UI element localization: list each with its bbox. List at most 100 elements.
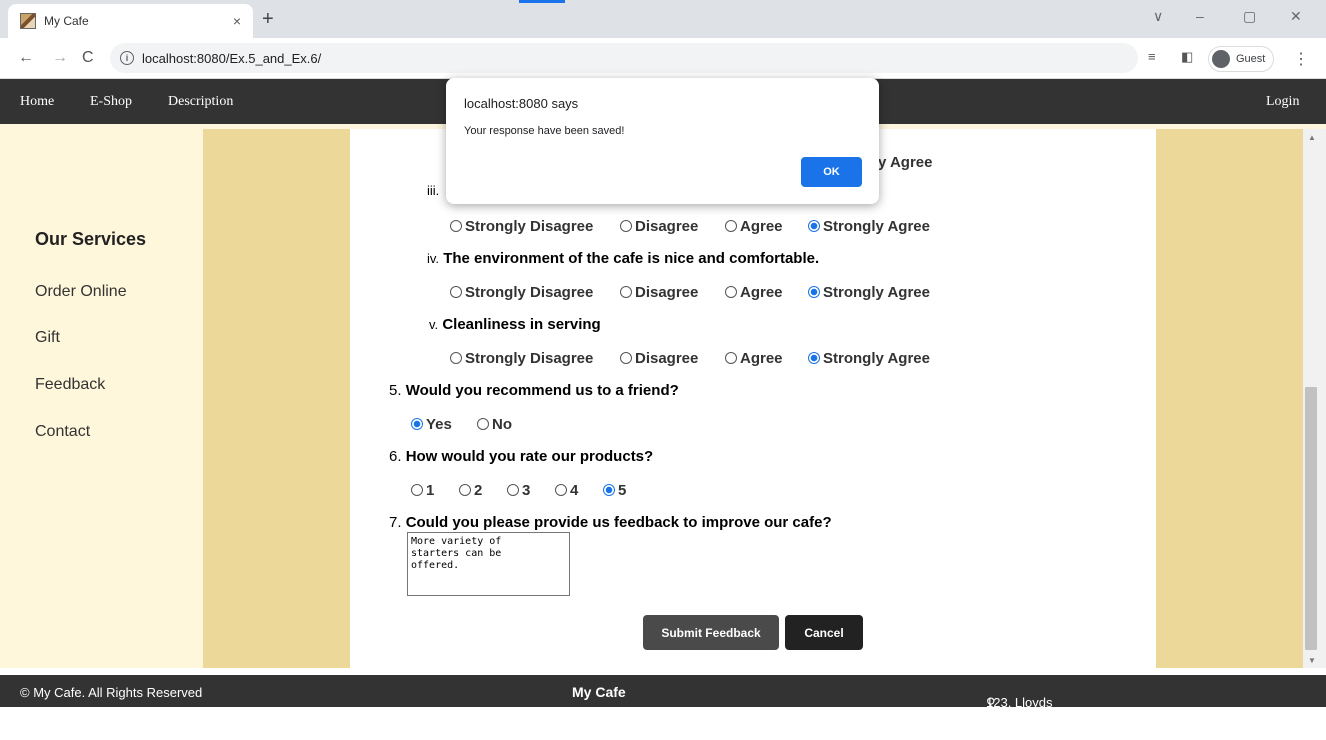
question-iv-number: iv.: [427, 251, 440, 266]
v-strongly-disagree[interactable]: Strongly Disagree: [450, 350, 593, 367]
restore-icon[interactable]: ▢: [1243, 8, 1256, 25]
option-label: Disagree: [635, 284, 699, 301]
scroll-up-icon[interactable]: ▲: [1308, 133, 1316, 142]
back-icon[interactable]: ←: [18, 49, 34, 67]
rating-5[interactable]: 5: [603, 482, 626, 499]
rating-3[interactable]: 3: [507, 482, 530, 499]
question-7-number: 7.: [389, 514, 402, 531]
radio-icon[interactable]: [620, 286, 632, 298]
iv-strongly-disagree[interactable]: Strongly Disagree: [450, 284, 593, 301]
scrollbar-thumb[interactable]: [1305, 387, 1317, 650]
option-label: Strongly Agree: [823, 350, 930, 367]
services-heading: Our Services: [35, 229, 147, 249]
radio-icon[interactable]: [507, 484, 519, 496]
radio-selected-icon[interactable]: [411, 418, 423, 430]
url-text: localhost:8080/Ex.5_and_Ex.6/: [142, 50, 322, 66]
v-strongly-agree[interactable]: Strongly Agree: [808, 350, 930, 367]
option-label: 1: [426, 482, 435, 499]
ok-button[interactable]: OK: [801, 157, 862, 187]
loading-indicator: [519, 0, 565, 3]
sidebar-item-contact[interactable]: Contact: [35, 423, 90, 441]
option-label: 3: [522, 482, 531, 499]
obscured-agree-label: y Agree: [878, 154, 933, 171]
question-v-number: v.: [429, 317, 439, 332]
sidebar: [0, 129, 203, 668]
sidebar-item-order-online[interactable]: Order Online: [35, 283, 127, 301]
iv-strongly-agree[interactable]: Strongly Agree: [808, 284, 930, 301]
radio-icon[interactable]: [725, 286, 737, 298]
question-iv: iv. The environment of the cafe is nice …: [427, 250, 819, 267]
v-disagree[interactable]: Disagree: [620, 350, 698, 367]
question-6-number: 6.: [389, 448, 402, 465]
site-info-icon[interactable]: i: [120, 51, 134, 65]
radio-icon[interactable]: [620, 352, 632, 364]
question-iii-number: iii.: [427, 183, 440, 198]
option-label: Strongly Agree: [823, 284, 930, 301]
nav-description[interactable]: Description: [168, 94, 233, 110]
reload-icon[interactable]: C: [82, 49, 94, 67]
iii-strongly-disagree[interactable]: Strongly Disagree: [450, 218, 593, 235]
radio-icon[interactable]: [555, 484, 567, 496]
radio-selected-icon[interactable]: [808, 352, 820, 364]
close-tab-icon[interactable]: ×: [233, 13, 241, 29]
radio-icon[interactable]: [450, 286, 462, 298]
radio-selected-icon[interactable]: [808, 220, 820, 232]
question-5-number: 5.: [389, 382, 402, 399]
reading-list-icon[interactable]: ≡: [1148, 49, 1156, 64]
side-panel-icon[interactable]: ◧: [1181, 49, 1193, 65]
option-label: Strongly Disagree: [465, 350, 594, 367]
iii-strongly-agree[interactable]: Strongly Agree: [808, 218, 930, 235]
cancel-button[interactable]: Cancel: [785, 615, 863, 650]
feedback-textarea[interactable]: More variety of starters can be offered.: [407, 532, 570, 596]
tab-title: My Cafe: [44, 14, 89, 28]
option-label: Strongly Agree: [823, 218, 930, 235]
q5-no[interactable]: No: [477, 416, 512, 433]
profile-label: Guest: [1236, 53, 1266, 65]
iii-agree[interactable]: Agree: [725, 218, 783, 235]
option-label: Agree: [740, 284, 783, 301]
radio-icon[interactable]: [450, 220, 462, 232]
nav-home[interactable]: Home: [20, 94, 54, 110]
profile-button[interactable]: Guest: [1208, 46, 1275, 72]
radio-icon[interactable]: [459, 484, 471, 496]
sidebar-item-gift[interactable]: Gift: [35, 329, 60, 347]
scroll-down-icon[interactable]: ▼: [1308, 656, 1316, 665]
radio-icon[interactable]: [725, 352, 737, 364]
iv-agree[interactable]: Agree: [725, 284, 783, 301]
sidebar-item-feedback[interactable]: Feedback: [35, 376, 105, 394]
forward-icon[interactable]: →: [52, 49, 68, 67]
radio-icon[interactable]: [411, 484, 423, 496]
option-label: Yes: [426, 416, 452, 433]
nav-eshop[interactable]: E-Shop: [90, 94, 132, 110]
address-bar: ← → C i localhost:8080/Ex.5_and_Ex.6/ ≡ …: [0, 38, 1326, 79]
question-5-text: Would you recommend us to a friend?: [405, 382, 679, 399]
tab-search-chevron-icon[interactable]: ∨: [1153, 8, 1163, 25]
question-7: 7. Could you please provide us feedback …: [389, 514, 832, 531]
iii-disagree[interactable]: Disagree: [620, 218, 698, 235]
alert-dialog: localhost:8080 says Your response have b…: [446, 78, 879, 204]
nav-login[interactable]: Login: [1266, 94, 1299, 110]
close-window-icon[interactable]: ✕: [1290, 8, 1302, 25]
radio-icon[interactable]: [450, 352, 462, 364]
radio-icon[interactable]: [725, 220, 737, 232]
v-agree[interactable]: Agree: [725, 350, 783, 367]
iv-disagree[interactable]: Disagree: [620, 284, 698, 301]
q5-yes[interactable]: Yes: [411, 416, 452, 433]
submit-feedback-button[interactable]: Submit Feedback: [643, 615, 779, 650]
footer-brand: My Cafe: [572, 684, 626, 700]
option-label: 2: [474, 482, 483, 499]
rating-4[interactable]: 4: [555, 482, 578, 499]
radio-icon[interactable]: [620, 220, 632, 232]
radio-icon[interactable]: [477, 418, 489, 430]
new-tab-icon[interactable]: +: [262, 8, 274, 31]
radio-selected-icon[interactable]: [808, 286, 820, 298]
browser-tab[interactable]: My Cafe ×: [8, 4, 253, 38]
menu-icon[interactable]: ⋮: [1293, 49, 1309, 69]
rating-1[interactable]: 1: [411, 482, 434, 499]
rating-2[interactable]: 2: [459, 482, 482, 499]
left-band: [203, 129, 350, 668]
url-input[interactable]: i localhost:8080/Ex.5_and_Ex.6/: [110, 43, 1138, 73]
minimize-icon[interactable]: –: [1196, 8, 1204, 24]
radio-selected-icon[interactable]: [603, 484, 615, 496]
option-label: Strongly Disagree: [465, 284, 594, 301]
